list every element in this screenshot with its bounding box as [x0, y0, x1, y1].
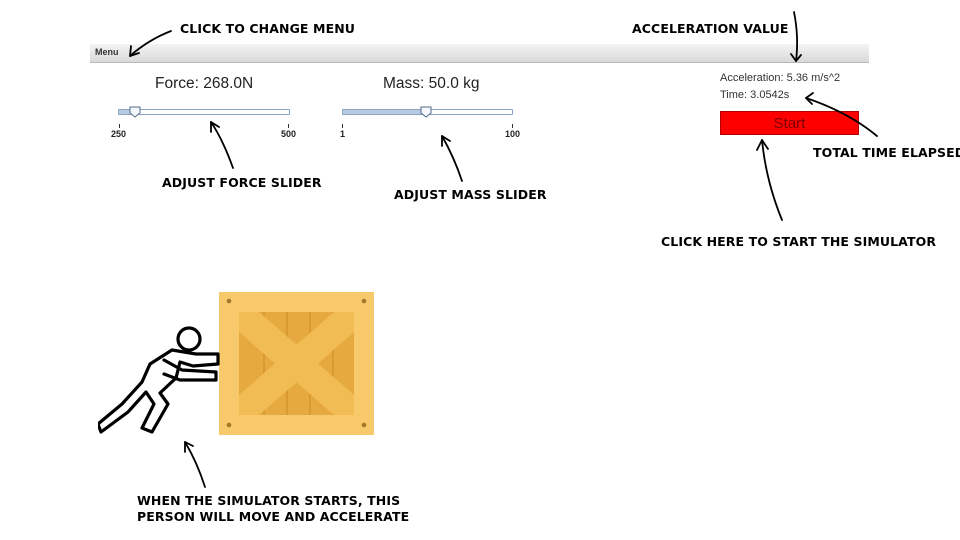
- arrow-to-person: [184, 441, 206, 488]
- arrow-to-mass: [441, 135, 463, 182]
- person-pushing-icon: [98, 326, 220, 434]
- arrow-to-acceleration: [793, 11, 799, 62]
- annotation-arrows: [129, 11, 878, 488]
- wooden-crate-icon: [219, 292, 374, 435]
- arrow-to-start: [761, 139, 783, 221]
- arrow-to-force: [210, 121, 234, 169]
- arrow-to-menu: [129, 30, 172, 57]
- arrow-to-time: [805, 97, 878, 137]
